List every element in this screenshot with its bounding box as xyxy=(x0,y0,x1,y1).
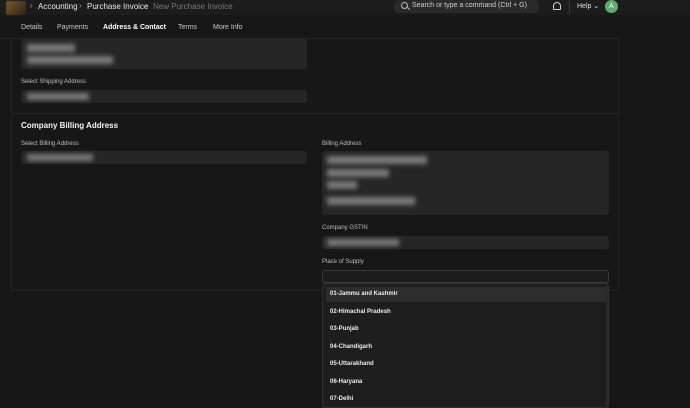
dropdown-option[interactable]: 03-Punjab xyxy=(326,322,606,337)
breadcrumb-accounting[interactable]: Accounting xyxy=(38,2,78,11)
top-navbar: › Accounting › Purchase Invoice › New Pu… xyxy=(0,0,690,15)
breadcrumb-purchase-invoice[interactable]: Purchase Invoice xyxy=(87,2,148,11)
tab-address-contact[interactable]: Address & Contact xyxy=(103,24,166,31)
search-input[interactable]: Search or type a command (Ctrl + G) xyxy=(394,0,539,13)
dropdown-option[interactable]: 04-Chandigarh xyxy=(326,340,606,355)
place-of-supply-dropdown: 01-Jammu and Kashmir 02-Himachal Pradesh… xyxy=(322,283,609,408)
select-billing-address-label: Select Billing Address xyxy=(21,141,79,147)
tab-terms[interactable]: Terms xyxy=(178,24,197,31)
select-shipping-address-field[interactable] xyxy=(21,90,307,103)
help-menu[interactable]: Help ⌄ xyxy=(577,2,599,10)
app-logo-icon[interactable] xyxy=(6,1,26,15)
section-divider xyxy=(11,113,619,114)
dropdown-option[interactable]: 01-Jammu and Kashmir xyxy=(326,287,606,302)
chevron-down-icon: ⌄ xyxy=(593,3,600,10)
shipping-address-display xyxy=(21,38,307,69)
company-gstin-field[interactable] xyxy=(322,236,609,249)
breadcrumb-current: New Purchase Invoice xyxy=(153,2,233,11)
dropdown-option[interactable]: 06-Haryana xyxy=(326,375,606,390)
avatar[interactable]: A xyxy=(605,0,618,13)
tab-more-info[interactable]: More Info xyxy=(213,24,243,31)
company-billing-address-title: Company Billing Address xyxy=(21,121,119,130)
select-shipping-address-label: Select Shipping Address xyxy=(21,79,87,85)
billing-address-display xyxy=(322,151,609,215)
bell-icon[interactable] xyxy=(553,2,561,10)
chevron-right-icon: › xyxy=(79,1,82,10)
help-label: Help xyxy=(577,3,592,10)
dropdown-option[interactable]: 05-Uttarakhand xyxy=(326,357,606,372)
chevron-right-icon: › xyxy=(145,1,148,10)
place-of-supply-label: Place of Supply xyxy=(322,259,364,265)
dropdown-option[interactable]: 07-Delhi xyxy=(326,392,606,407)
tab-payments[interactable]: Payments xyxy=(57,24,88,31)
form-tabs: Details Payments Address & Contact Terms… xyxy=(0,19,620,39)
billing-address-label: Billing Address xyxy=(322,141,362,147)
dropdown-scrollbar[interactable] xyxy=(606,284,608,407)
company-gstin-label: Company GSTIN xyxy=(322,225,368,231)
tab-details[interactable]: Details xyxy=(21,24,42,31)
search-icon xyxy=(401,2,408,9)
search-placeholder: Search or type a command (Ctrl + G) xyxy=(412,2,527,9)
chevron-right-icon: › xyxy=(30,1,33,10)
divider xyxy=(569,1,570,13)
place-of-supply-input[interactable] xyxy=(322,270,609,283)
select-billing-address-field[interactable] xyxy=(21,151,307,164)
dropdown-option[interactable]: 02-Himachal Pradesh xyxy=(326,305,606,320)
